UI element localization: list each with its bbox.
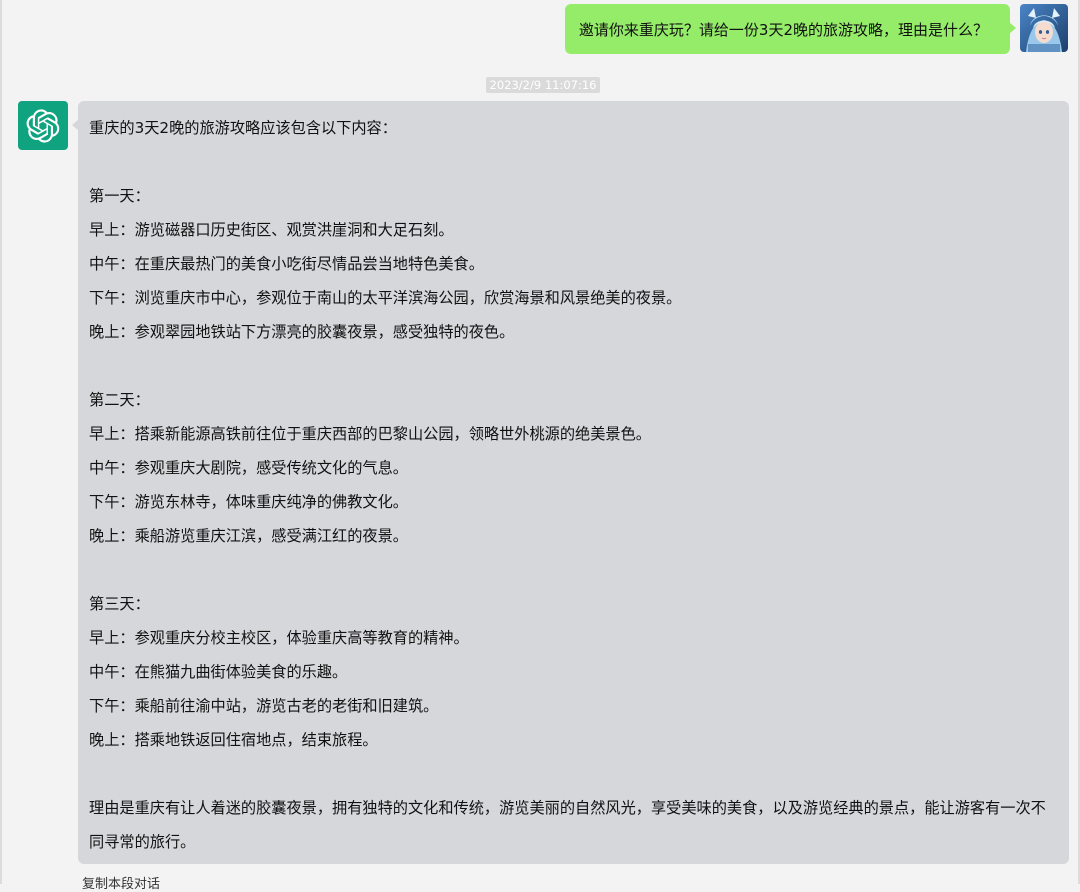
itinerary-item: 下午：游览东林寺，体味重庆纯净的佛教文化。	[89, 493, 408, 511]
day-title: 第三天：	[89, 595, 150, 613]
timestamp-row: 2023/2/9 11:07:16	[0, 74, 1080, 93]
copy-conversation-link[interactable]: 复制本段对话	[82, 873, 160, 892]
itinerary-item: 中午：参观重庆大剧院，感受传统文化的气息。	[89, 459, 408, 477]
openai-logo-icon	[26, 108, 60, 143]
itinerary-item: 下午：浏览重庆市中心，参观位于南山的太平洋滨海公园，欣赏海景和风景绝美的夜景。	[89, 289, 682, 307]
user-avatar[interactable]	[1020, 4, 1068, 52]
itinerary-item: 晚上：乘船游览重庆江滨，感受满江红的夜景。	[89, 527, 408, 545]
bot-avatar[interactable]	[18, 101, 68, 150]
window-left-border	[0, 0, 2, 884]
itinerary-item: 早上：搭乘新能源高铁前往位于重庆西部的巴黎山公园，领略世外桃源的绝美景色。	[89, 425, 651, 443]
bot-conclusion-text: 理由是重庆有让人着迷的胶囊夜景，拥有独特的文化和传统，游览美丽的自然风光，享受美…	[89, 799, 1046, 851]
bot-intro-text: 重庆的3天2晚的旅游攻略应该包含以下内容：	[89, 119, 397, 137]
user-message-bubble[interactable]: 邀请你来重庆玩？请给一份3天2晚的旅游攻略，理由是什么？	[564, 4, 1017, 54]
itinerary-item: 晚上：参观翠园地铁站下方漂亮的胶囊夜景，感受独特的夜色。	[89, 323, 515, 341]
bot-message-bubble[interactable]: 重庆的3天2晚的旅游攻略应该包含以下内容： 第一天： 早上：游览磁器口历史街区、…	[72, 101, 1069, 864]
user-message-row: 邀请你来重庆玩？请给一份3天2晚的旅游攻略，理由是什么？	[564, 4, 1068, 54]
itinerary-item: 晚上：搭乘地铁返回住宿地点，结束旅程。	[89, 731, 378, 749]
user-avatar-image	[1020, 4, 1068, 52]
itinerary-item: 中午：在熊猫九曲街体验美食的乐趣。	[89, 663, 348, 681]
day-title: 第二天：	[89, 391, 150, 409]
itinerary-item: 早上：参观重庆分校主校区，体验重庆高等教育的精神。	[89, 629, 469, 647]
message-timestamp: 2023/2/9 11:07:16	[485, 77, 601, 93]
day-title: 第一天：	[89, 187, 150, 205]
itinerary-item: 下午：乘船前往渝中站，游览古老的老街和旧建筑。	[89, 697, 439, 715]
user-message-text: 邀请你来重庆玩？请给一份3天2晚的旅游攻略，理由是什么？	[578, 20, 988, 39]
itinerary-item: 中午：在重庆最热门的美食小吃街尽情品尝当地特色美食。	[89, 255, 484, 273]
itinerary-item: 早上：游览磁器口历史街区、观赏洪崖洞和大足石刻。	[89, 221, 454, 239]
